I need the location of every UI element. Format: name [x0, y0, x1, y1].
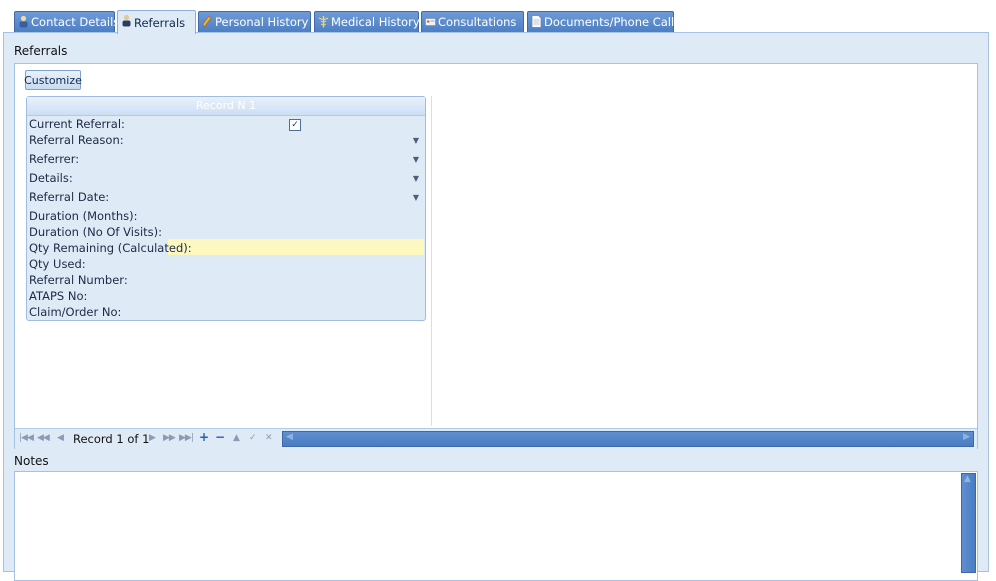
tab-referrals[interactable]: Referrals — [117, 10, 196, 34]
referrals-section-title: Referrals — [14, 44, 68, 58]
claim-order-no-label: Claim/Order No: — [29, 305, 122, 319]
referrals-group-box: Customize Record N 1 Current Referral: ✓… — [14, 63, 978, 449]
referral-person-icon — [122, 14, 131, 27]
referral-date-label: Referral Date: — [29, 190, 110, 204]
record-card: Record N 1 Current Referral: ✓ Referral … — [26, 96, 426, 321]
notes-textarea[interactable]: ▲ — [14, 471, 978, 581]
chevron-down-icon[interactable]: ▼ — [413, 193, 419, 202]
qty-used-label: Qty Used: — [29, 257, 86, 271]
vertical-scrollbar[interactable]: ▲ — [961, 473, 976, 573]
qty-remaining-label: Qty Remaining (Calculated): — [29, 241, 192, 255]
next-page-icon[interactable]: ▶▶ — [163, 433, 176, 443]
caduceus-icon — [318, 16, 329, 28]
first-record-icon[interactable]: |◀◀ — [19, 433, 34, 443]
tab-label: Personal History — [215, 15, 309, 29]
duration-visits-label: Duration (No Of Visits): — [29, 225, 162, 239]
tab-label: Consultations — [438, 15, 517, 29]
horizontal-scrollbar[interactable]: ◀ ▶ — [282, 431, 974, 447]
record-navigator: |◀◀ ◀◀ ◀ Record 1 of 1 ▶ ▶▶ ▶▶| + − ▲ ✓ … — [15, 428, 977, 449]
record-position-text: Record 1 of 1 — [73, 432, 150, 446]
referrer-label: Referrer: — [29, 152, 80, 166]
tab-label: Referrals — [134, 15, 186, 30]
tab-medical-history[interactable]: Medical History — [314, 11, 420, 32]
tab-strip: Contact Details Referrals Personal Histo… — [0, 0, 996, 34]
pencil-icon — [202, 15, 212, 28]
chevron-down-icon[interactable]: ▼ — [413, 155, 419, 164]
current-referral-label: Current Referral: — [29, 117, 125, 131]
tab-label: Medical History — [331, 15, 420, 29]
previous-record-icon[interactable]: ◀ — [57, 433, 64, 443]
save-record-icon[interactable]: ✓ — [249, 433, 256, 443]
tab-contact-details[interactable]: Contact Details — [14, 11, 119, 32]
tab-label: Documents/Phone Calls — [544, 15, 681, 29]
qty-remaining-value — [168, 239, 424, 255]
tab-label: Contact Details — [31, 15, 120, 29]
referral-number-label: Referral Number: — [29, 273, 128, 287]
current-referral-checkbox[interactable]: ✓ — [289, 119, 301, 131]
chevron-down-icon[interactable]: ▼ — [413, 174, 419, 183]
scroll-up-icon[interactable]: ▲ — [964, 474, 971, 484]
duration-months-label: Duration (Months): — [29, 209, 138, 223]
tab-documents-phone-calls[interactable]: Documents/Phone Calls — [527, 11, 680, 32]
edit-record-icon[interactable]: ▲ — [233, 433, 240, 443]
tab-consultations[interactable]: Consultations — [421, 11, 524, 32]
next-record-icon[interactable]: ▶ — [149, 433, 156, 443]
card-icon — [425, 18, 436, 26]
contact-icon — [19, 15, 28, 28]
previous-page-icon[interactable]: ◀◀ — [37, 433, 50, 443]
scroll-left-icon[interactable]: ◀ — [286, 432, 293, 442]
scroll-right-icon[interactable]: ▶ — [963, 432, 970, 442]
ataps-no-label: ATAPS No: — [29, 289, 88, 303]
tab-content-panel: Referrals Customize Record N 1 Current R… — [3, 32, 989, 581]
layout-divider — [431, 96, 432, 426]
customize-button[interactable]: Customize — [24, 70, 82, 90]
referral-reason-label: Referral Reason: — [29, 133, 124, 147]
tab-personal-history[interactable]: Personal History — [198, 11, 311, 32]
delete-record-icon[interactable]: − — [215, 430, 225, 444]
cancel-record-icon[interactable]: ✕ — [265, 433, 272, 443]
document-icon — [531, 15, 542, 28]
notes-section-title: Notes — [14, 454, 49, 468]
record-header: Record N 1 — [27, 97, 425, 116]
add-record-icon[interactable]: + — [199, 430, 209, 444]
chevron-down-icon[interactable]: ▼ — [413, 136, 419, 145]
details-label: Details: — [29, 171, 73, 185]
last-record-icon[interactable]: ▶▶| — [179, 433, 194, 443]
